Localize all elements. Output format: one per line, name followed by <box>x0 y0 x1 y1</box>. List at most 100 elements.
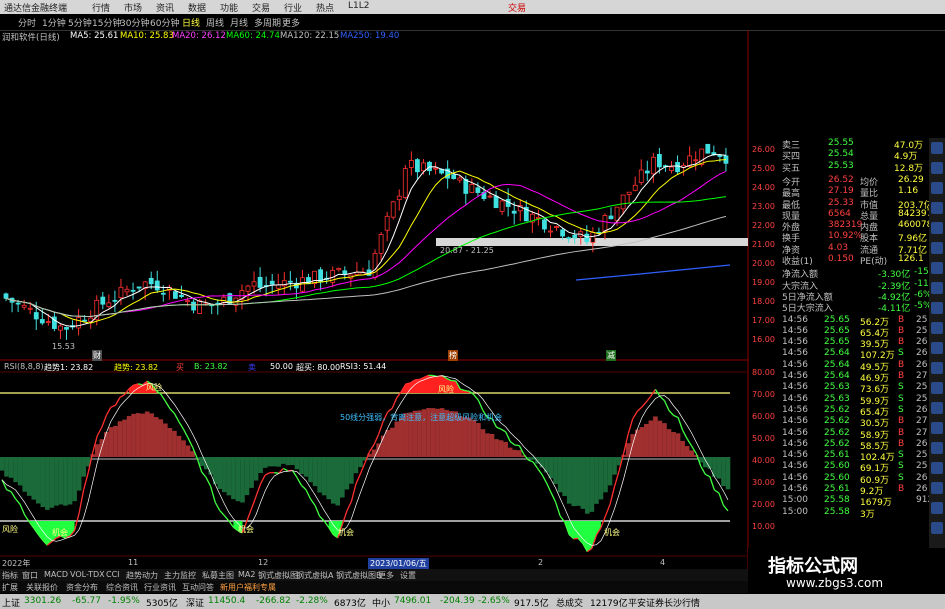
rsi-line-segment <box>663 400 670 411</box>
candle-body <box>511 210 517 214</box>
tab-cci[interactable]: CCI <box>106 570 120 579</box>
candle-body <box>669 166 674 171</box>
tab-vol-tdx[interactable]: VOL-TDX <box>70 570 105 579</box>
tab-extend[interactable]: 扩展 <box>2 582 18 593</box>
tick-price: 25.58 <box>824 506 850 517</box>
rsi-left-risk: 风险 <box>2 525 18 534</box>
candle-body <box>693 159 699 162</box>
rsi-line-segment <box>19 504 26 516</box>
sidebar-tool-icon[interactable] <box>931 382 943 394</box>
rsi-line-segment <box>173 413 180 423</box>
tab-main-monitor[interactable]: 主力监控 <box>164 570 196 581</box>
zx-pct: -2.65% <box>478 596 510 606</box>
sidebar-tool-icon[interactable] <box>931 322 943 334</box>
candle-body <box>414 159 420 173</box>
tab-related-quote[interactable]: 关联报价 <box>26 582 58 593</box>
tick-side: S <box>898 472 904 483</box>
tick-count: 27 <box>916 427 928 438</box>
sidebar-tool-icon[interactable] <box>931 282 943 294</box>
sidebar-tool-icon[interactable] <box>931 502 943 514</box>
tab-steel-virtual-a[interactable]: 钢式虚拟A <box>296 570 333 581</box>
rsi-line-segment <box>123 388 130 396</box>
candle-body <box>475 187 481 193</box>
sidebar-tool-icon[interactable] <box>931 142 943 154</box>
rsi-line-segment <box>96 426 103 436</box>
marker-cai[interactable]: 财 <box>92 350 102 361</box>
sidebar-tool-icon[interactable] <box>931 162 943 174</box>
candle-body <box>136 286 142 289</box>
rsi-line-segment <box>645 395 652 403</box>
tab-ma2[interactable]: MA2 <box>238 570 255 579</box>
tick-count: 27 <box>916 416 928 427</box>
tick-count: 25 <box>916 382 928 393</box>
tick-time: 14:56 <box>782 416 808 427</box>
tab-new-user-benefit[interactable]: 新用户福利专属 <box>220 582 276 593</box>
range-label: 20.87 - 21.25 <box>440 246 494 255</box>
candle-body <box>39 319 45 324</box>
candle-body <box>632 184 638 191</box>
sidebar-tool-icon[interactable] <box>931 522 943 534</box>
rsi-line-segment <box>246 508 253 521</box>
rsi-chance-3: 机会 <box>338 528 354 537</box>
rsi-line-segment <box>714 489 720 494</box>
candle-body <box>487 195 493 198</box>
tab-news[interactable]: 综合资讯 <box>106 582 138 593</box>
broker-label: 平安证券长沙行情 <box>628 599 701 609</box>
tab-macd[interactable]: MACD <box>44 570 68 579</box>
candle-body <box>106 302 112 308</box>
sidebar-tool-icon[interactable] <box>931 242 943 254</box>
rsi-line-segment <box>718 492 725 506</box>
tab-trend-power[interactable]: 趋势动力 <box>126 570 158 581</box>
rsi-line-segment <box>323 520 330 528</box>
sidebar-tool-icon[interactable] <box>931 202 943 214</box>
sidebar-tool-icon[interactable] <box>931 342 943 354</box>
tab-steel-virtual-b[interactable]: 钢式虚拟图B <box>336 570 382 581</box>
tick-row: 14:56 25.63 59.9万 S 25 <box>748 394 945 407</box>
tab-fund-distribution[interactable]: 资金分布 <box>66 582 98 593</box>
candle-body <box>590 231 596 243</box>
tick-count: 26 <box>916 472 928 483</box>
tab-private-main[interactable]: 私募主图 <box>202 570 234 581</box>
sidebar-tool-icon[interactable] <box>931 482 943 494</box>
rsi-v1: 50.00 <box>270 362 293 371</box>
watermark-title: 指标公式网 <box>768 556 858 577</box>
candle-body <box>82 319 88 322</box>
rsi-legend: RSI(8,8,8) 趋势1: 23.82 趋势: 23.82 买 B: 23.… <box>0 362 748 372</box>
tab-indicator[interactable]: 指标 <box>2 570 18 581</box>
tick-count: 26 <box>916 484 928 494</box>
tab-window[interactable]: 窗口 <box>22 570 38 581</box>
sidebar-tool-icon[interactable] <box>931 262 943 274</box>
rsi-line-segment <box>682 429 688 440</box>
tick-price: 25.64 <box>824 371 850 381</box>
candle-body <box>372 252 378 278</box>
tab-more[interactable]: 更多 <box>378 570 394 581</box>
tick-time: 14:56 <box>782 438 808 449</box>
marker-jian[interactable]: 减 <box>606 350 616 361</box>
marker-bang[interactable]: 榜 <box>448 350 458 361</box>
candle-body <box>257 276 263 288</box>
candle-body <box>566 237 572 240</box>
sidebar-tool-icon[interactable] <box>931 182 943 194</box>
rsi-line-segment <box>283 467 289 472</box>
tab-settings[interactable]: 设置 <box>400 570 416 581</box>
tab-steel-virtual[interactable]: 钢式虚拟图 <box>258 570 298 581</box>
candle-body <box>644 170 650 174</box>
tab-qa[interactable]: 互动问答 <box>182 582 214 593</box>
sidebar-tool-icon[interactable] <box>931 442 943 454</box>
order-book-row: 卖三 25.55 47.0万 <box>748 138 945 151</box>
stat-row: 外盘 382319 内盘 460078 <box>748 220 945 233</box>
sidebar-tool-icon[interactable] <box>931 462 943 474</box>
rsi-line-segment <box>1 479 8 490</box>
rsi-line-segment <box>160 393 166 402</box>
sidebar-tool-icon[interactable] <box>931 302 943 314</box>
sidebar-tool-icon[interactable] <box>931 422 943 434</box>
tick-row: 14:56 25.65 65.4万 B 25 <box>748 326 945 339</box>
sidebar-tool-icon[interactable] <box>931 402 943 414</box>
rsi-line-segment <box>182 428 189 439</box>
sidebar-tool-icon[interactable] <box>931 362 943 374</box>
tick-row: 14:56 25.61 9.2万 B 26 <box>748 484 945 497</box>
tab-industry-news[interactable]: 行业资讯 <box>144 582 176 593</box>
candle-body <box>112 299 118 302</box>
sidebar-tool-icon[interactable] <box>931 222 943 234</box>
rsi-b: B: 23.82 <box>194 362 228 371</box>
